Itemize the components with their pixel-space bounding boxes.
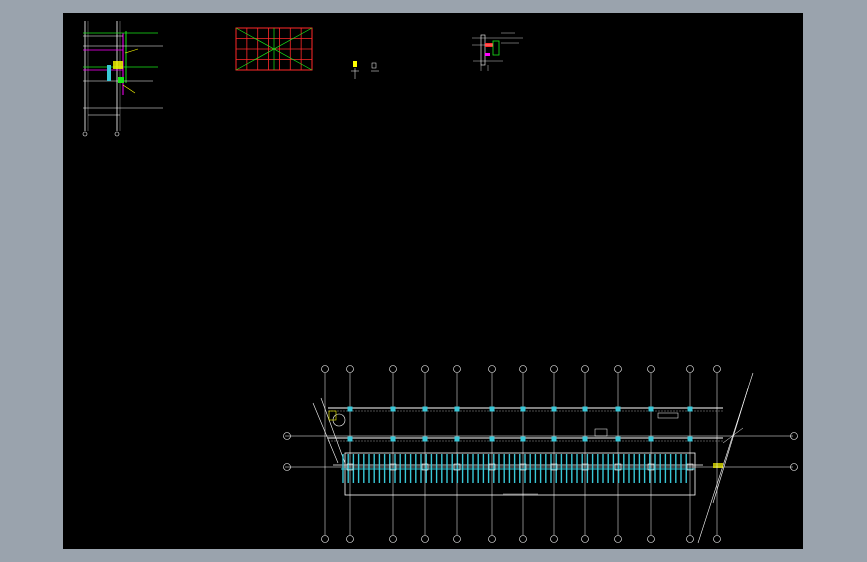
grid-bubble-icon: [488, 535, 496, 543]
grid-bubble-icon: [614, 365, 622, 373]
column-marker: [582, 436, 588, 442]
node-detail: [351, 61, 379, 79]
column-marker: [687, 406, 693, 412]
grid-bubble-icon: [519, 535, 527, 543]
column-marker: [551, 436, 557, 442]
grid-bubble-icon: [346, 365, 354, 373]
grid-bubble-icon: [550, 535, 558, 543]
grid-bubble-icon: [581, 535, 589, 543]
grid-bubble-icon: [421, 535, 429, 543]
column-marker: [520, 406, 526, 412]
grid-bubble-icon: [686, 365, 694, 373]
grid-bubble-icon: [647, 535, 655, 543]
grid-bubble-icon: [321, 365, 329, 373]
grid-bubble-icon: [713, 365, 721, 373]
column-marker: [648, 406, 654, 412]
grid-bubble-icon: [647, 365, 655, 373]
grid-bubble-icon: [321, 535, 329, 543]
column-marker: [648, 436, 654, 442]
grid-bubble-icon: [389, 365, 397, 373]
column-marker: [347, 406, 353, 412]
column-marker: [422, 406, 428, 412]
cad-drawing-canvas[interactable]: [63, 13, 803, 549]
grid-bubble-icon: [713, 535, 721, 543]
column-marker: [489, 406, 495, 412]
cad-drawing: [82, 21, 798, 544]
grid-bubble-icon: [421, 365, 429, 373]
grid-bubble-icon: [550, 365, 558, 373]
column-marker: [687, 436, 693, 442]
column-marker: [454, 436, 460, 442]
connection-detail: [472, 32, 523, 71]
grid-bubble-icon: [581, 365, 589, 373]
grid-bubble-icon: [453, 365, 461, 373]
column-marker: [454, 406, 460, 412]
column-marker: [582, 406, 588, 412]
grid-bubble-icon: [346, 535, 354, 543]
column-marker: [551, 406, 557, 412]
column-marker: [347, 436, 353, 442]
column-marker: [615, 436, 621, 442]
column-marker: [489, 436, 495, 442]
column-marker: [422, 436, 428, 442]
grid-bubble-icon: [453, 535, 461, 543]
grid-bubble-icon: [614, 535, 622, 543]
grid-bubble-icon: [519, 365, 527, 373]
column-marker: [390, 436, 396, 442]
column-marker: [615, 406, 621, 412]
grid-bubble-icon: [488, 365, 496, 373]
column-marker: [520, 436, 526, 442]
section-detail: [82, 21, 163, 137]
plan-stairs-hatch: [341, 454, 695, 483]
grid-bubble-icon: [389, 535, 397, 543]
column-marker: [390, 406, 396, 412]
rebar-grid-lines: [235, 27, 313, 71]
grid-bubble-icon: [686, 535, 694, 543]
